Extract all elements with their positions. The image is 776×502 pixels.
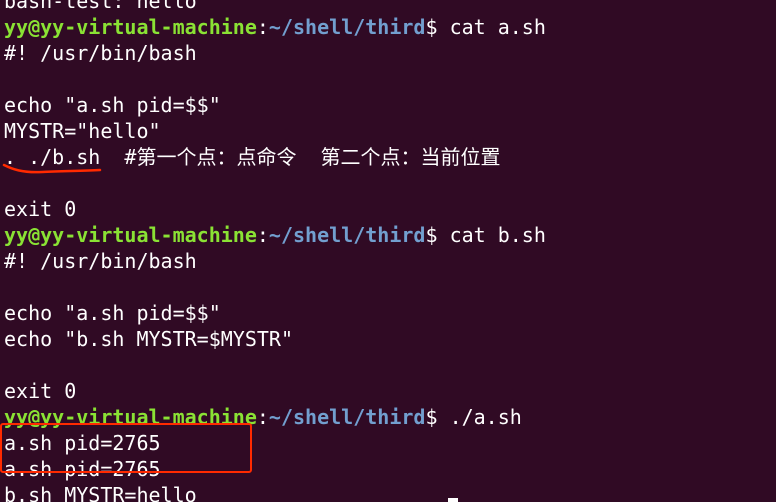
output-line: b.sh MYSTR=hello xyxy=(4,483,197,502)
output-line: #! /usr/bin/bash xyxy=(4,41,197,65)
prompt-path: ~/shell/third xyxy=(268,223,426,247)
terminal-window[interactable]: bash-test: hello yy@yy-virtual-machine:~… xyxy=(0,0,776,502)
output-line: exit 0 xyxy=(4,379,77,403)
prompt-user-host: yy@yy-virtual-machine xyxy=(4,223,257,247)
prompt-user-host: yy@yy-virtual-machine xyxy=(4,15,257,39)
text-cursor xyxy=(448,498,458,502)
output-line: MYSTR="hello" xyxy=(4,119,161,143)
prompt-line: yy@yy-virtual-machine:~/shell/third$ cat… xyxy=(4,222,776,248)
prompt-path: ~/shell/third xyxy=(268,15,426,39)
prompt-line: yy@yy-virtual-machine:~/shell/third$ cat… xyxy=(4,14,776,40)
output-line: #! /usr/bin/bash xyxy=(4,249,197,273)
prompt-separator: : xyxy=(256,223,269,247)
prompt-dollar: $ xyxy=(425,405,450,429)
output-line: echo "b.sh MYSTR=$MYSTR" xyxy=(4,327,293,351)
prompt-command: cat b.sh xyxy=(449,223,546,247)
red-highlight-box-annotation xyxy=(0,423,252,473)
output-line: . ./b.sh #第一个点：点命令 第二个点：当前位置 xyxy=(4,145,501,169)
output-line: echo "a.sh pid=$$" xyxy=(4,301,221,325)
output-line: echo "a.sh pid=$$" xyxy=(4,93,221,117)
prompt-separator: : xyxy=(256,405,269,429)
prompt-command: ./a.sh xyxy=(449,405,522,429)
prompt-path: ~/shell/third xyxy=(268,405,426,429)
prompt-dollar: $ xyxy=(425,15,450,39)
red-underline-annotation xyxy=(2,163,102,174)
output-line: bash-test: hello xyxy=(4,0,197,13)
prompt-separator: : xyxy=(256,15,269,39)
prompt-dollar: $ xyxy=(425,223,450,247)
output-line: exit 0 xyxy=(4,197,77,221)
prompt-command: cat a.sh xyxy=(449,15,546,39)
